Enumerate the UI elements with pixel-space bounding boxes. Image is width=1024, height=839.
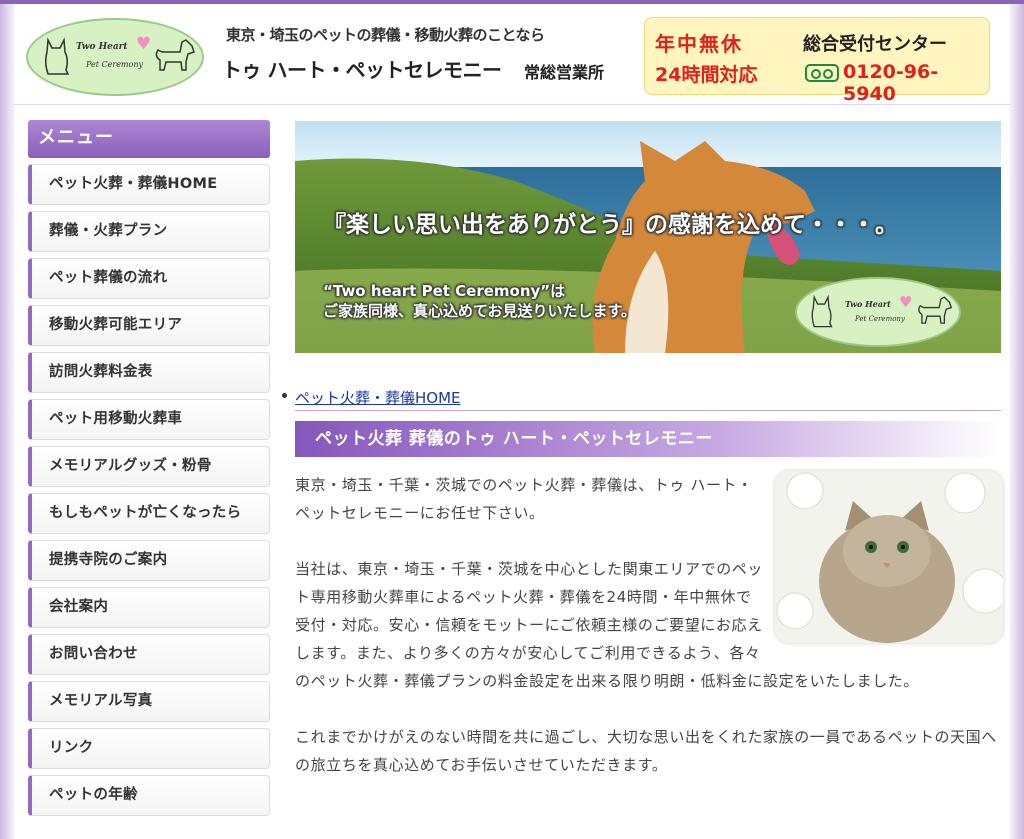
logo-text-line1: Two Heart xyxy=(76,42,128,52)
hero-logo: Two Heart ♥ Pet Ceremony xyxy=(795,277,961,347)
hero-subtitle-line1: “Two heart Pet Ceremony”は xyxy=(323,282,566,300)
hero-subtitle-line2: ご家族同様、真心込めてお見送りいたします。 xyxy=(323,302,637,320)
sidebar: メニュー ペット火葬・葬儀HOME 葬儀・火葬プラン ペット葬儀の流れ 移動火葬… xyxy=(28,120,270,816)
site-logo[interactable]: Two Heart ♥ Pet Ceremony xyxy=(26,18,204,96)
header-tagline: 東京・埼玉のペットの葬儀・移動火葬のことなら xyxy=(226,26,545,44)
sidebar-item-memorial-photos[interactable]: メモリアル写真 xyxy=(28,681,270,722)
brand-name: トゥ ハート・ペットセレモニー xyxy=(222,58,502,82)
dog-silhouette-icon xyxy=(155,39,195,71)
site-header: Two Heart ♥ Pet Ceremony 東京・埼玉のペットの葬儀・移動… xyxy=(14,4,1010,105)
sidebar-item-area[interactable]: 移動火葬可能エリア xyxy=(28,305,270,346)
sidebar-item-pricing[interactable]: 訪問火葬料金表 xyxy=(28,352,270,393)
sidebar-item-if-pet-dies[interactable]: もしもペットが亡くなったら xyxy=(28,493,270,534)
logo-text-line2: Pet Ceremony xyxy=(86,60,144,69)
sidebar-item-vehicle[interactable]: ペット用移動火葬車 xyxy=(28,399,270,440)
heart-icon: ♥ xyxy=(899,293,913,311)
cat-photo xyxy=(775,471,1003,643)
sidebar-item-contact[interactable]: お問い合わせ xyxy=(28,634,270,675)
contact-box: 年中無休 24時間対応 総合受付センター 0120-96-5940 xyxy=(644,17,990,105)
reception-center-label: 総合受付センター xyxy=(803,34,947,55)
page-body: メニュー ペット火葬・葬儀HOME 葬儀・火葬プラン ペット葬儀の流れ 移動火葬… xyxy=(14,105,1010,839)
sidebar-item-plans[interactable]: 葬儀・火葬プラン xyxy=(28,211,270,252)
open-all-year-label: 年中無休 xyxy=(655,32,743,56)
sidebar-item-pet-age[interactable]: ペットの年齢 xyxy=(28,775,270,816)
sidebar-item-flow[interactable]: ペット葬儀の流れ xyxy=(28,258,270,299)
office-name: 常総営業所 xyxy=(524,63,605,82)
hero-subtitle: “Two heart Pet Ceremony”は ご家族同様、真心込めてお見送… xyxy=(323,281,636,321)
breadcrumb-home-link[interactable]: ペット火葬・葬儀HOME xyxy=(295,387,461,408)
hero-logo-text-line2: Pet Ceremony xyxy=(855,315,905,323)
freedial-icon xyxy=(805,64,839,82)
heart-icon: ♥ xyxy=(136,34,152,54)
sidebar-item-company[interactable]: 会社案内 xyxy=(28,587,270,628)
sidebar-item-home[interactable]: ペット火葬・葬儀HOME xyxy=(28,164,270,205)
sidebar-item-temples[interactable]: 提携寺院のご案内 xyxy=(28,540,270,581)
sidebar-item-memorial-goods[interactable]: メモリアルグッズ・粉骨 xyxy=(28,446,270,487)
24h-label: 24時間対応 xyxy=(655,64,758,86)
menu-title: メニュー xyxy=(28,120,270,158)
section-title: ペット火葬 葬儀のトゥ ハート・ペットセレモニー xyxy=(295,421,1001,457)
breadcrumb-divider xyxy=(295,410,1001,411)
cat-photo-image xyxy=(775,471,1003,643)
phone-number[interactable]: 0120-96-5940 xyxy=(843,61,989,105)
sidebar-item-links[interactable]: リンク xyxy=(28,728,270,769)
dog-silhouette-icon xyxy=(918,296,953,324)
main-content: 東京・埼玉・千葉・茨城でのペット火葬・葬儀は、トゥ ハート・ペットセレモニーにお… xyxy=(295,471,1003,807)
cat-silhouette-icon xyxy=(44,37,70,75)
cat-silhouette-icon xyxy=(811,294,833,328)
paragraph-3: これまでかけがえのない時間を共に過ごし、大切な思い出をくれた家族の一員であるペッ… xyxy=(295,728,997,774)
hero-logo-text-line1: Two Heart xyxy=(845,299,891,309)
bullet-icon xyxy=(282,393,287,398)
hero-caption: 『楽しい思い出をありがとう』の感謝を込めて・・・。 xyxy=(323,212,898,238)
hero-banner: 『楽しい思い出をありがとう』の感謝を込めて・・・。 “Two heart Pet… xyxy=(295,121,1001,353)
